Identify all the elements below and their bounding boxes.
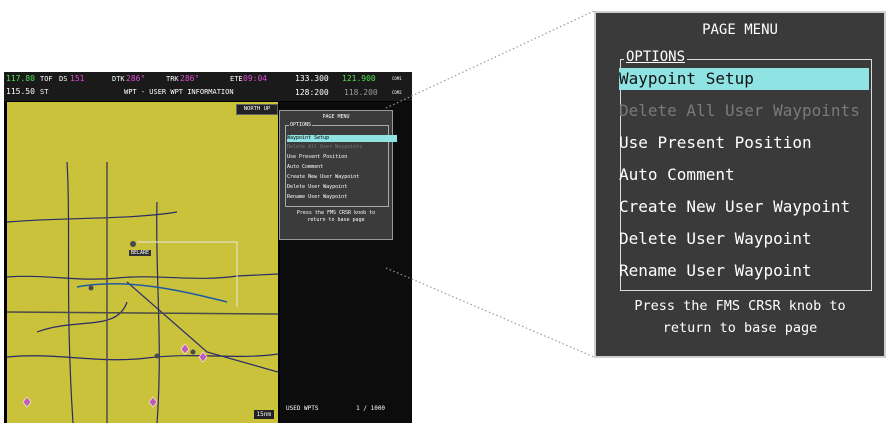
small-menu-item[interactable]: Delete All User Waypoints xyxy=(287,144,401,151)
com2-label: COM2 xyxy=(392,90,402,95)
ds-label: DS xyxy=(59,75,68,83)
com1-label: COM1 xyxy=(392,76,402,81)
small-page-menu: PAGE MENU OPTIONS Waypoint Setup Delete … xyxy=(279,110,397,240)
small-menu-title: PAGE MENU xyxy=(322,114,350,120)
north-up-indicator: NORTH UP xyxy=(236,104,278,115)
moving-map[interactable]: NORTH UP BELARE 15nm xyxy=(7,102,278,423)
small-menu-footer: Press the FMS CRSR knob to return to bas… xyxy=(280,210,392,224)
st-label: ST xyxy=(40,88,49,96)
mfd-screenshot: 117.80 115.50 TOF ST DS 151 DTK 286° TRK… xyxy=(4,72,412,423)
small-footer-line: Press the FMS CRSR knob to xyxy=(296,210,376,216)
tof-label: TOF xyxy=(40,75,53,83)
page-menu: PAGE MENU OPTIONS Waypoint Setup Delete … xyxy=(594,11,886,358)
footer-line: Press the FMS CRSR knob to xyxy=(634,298,846,314)
small-menu-item[interactable]: Waypoint Setup xyxy=(287,135,397,142)
ete-label: ETE xyxy=(230,75,243,83)
footer-line: return to base page xyxy=(662,320,818,336)
menu-item-delete-all-user-waypoints[interactable]: Delete All User Waypoints xyxy=(619,100,869,122)
trk-value: 286° xyxy=(180,74,200,83)
small-menu-item[interactable]: Delete User Waypoint xyxy=(287,184,401,191)
ete-value: 09:04 xyxy=(243,74,268,83)
menu-item-auto-comment[interactable]: Auto Comment xyxy=(619,164,869,186)
dtk-label: DTK xyxy=(112,75,125,83)
menu-footer-instructions: Press the FMS CRSR knob to return to bas… xyxy=(596,295,884,339)
ds-value: 151 xyxy=(70,74,85,83)
small-menu-item[interactable]: Use Present Position xyxy=(287,154,401,161)
small-menu-item[interactable]: Rename User Waypoint xyxy=(287,194,401,201)
status-bar: 117.80 115.50 TOF ST DS 151 DTK 286° TRK… xyxy=(4,72,412,101)
small-options-header: OPTIONS xyxy=(289,122,313,128)
com-active-frequency: 117.80 xyxy=(6,74,35,83)
nav-active-frequency: 133.300 xyxy=(295,74,329,83)
map-scale: 15nm xyxy=(253,410,274,419)
small-menu-item[interactable]: Auto Comment xyxy=(287,164,401,171)
waypoint-label-belare: BELARE xyxy=(129,250,152,256)
small-menu-item[interactable]: Create New User Waypoint xyxy=(287,174,401,181)
menu-item-waypoint-setup[interactable]: Waypoint Setup xyxy=(619,68,869,90)
com-standby-frequency: 115.50 xyxy=(6,87,35,96)
map-features xyxy=(7,161,278,423)
dtk-value: 286° xyxy=(126,74,146,83)
menu-item-create-new-user-waypoint[interactable]: Create New User Waypoint xyxy=(619,196,869,218)
menu-item-use-present-position[interactable]: Use Present Position xyxy=(619,132,869,154)
nav-standby-frequency: 121.900 xyxy=(342,74,376,83)
nav2-active-frequency: 128:200 xyxy=(295,88,329,97)
used-waypoints-label: USED WPTS xyxy=(286,405,319,412)
options-header: OPTIONS xyxy=(624,49,688,65)
used-waypoints: USED WPTS 1 / 1000 xyxy=(286,405,385,412)
menu-item-delete-user-waypoint[interactable]: Delete User Waypoint xyxy=(619,228,869,250)
trk-label: TRK xyxy=(166,75,179,83)
page-title: WPT - USER WPT INFORMATION xyxy=(124,88,234,96)
nav2-standby-frequency: 118.200 xyxy=(344,88,378,97)
used-waypoints-value: 1 / 1000 xyxy=(356,405,386,412)
small-footer-line: return to base page xyxy=(307,217,365,223)
page-menu-title: PAGE MENU xyxy=(702,22,778,38)
menu-item-rename-user-waypoint[interactable]: Rename User Waypoint xyxy=(619,260,869,282)
